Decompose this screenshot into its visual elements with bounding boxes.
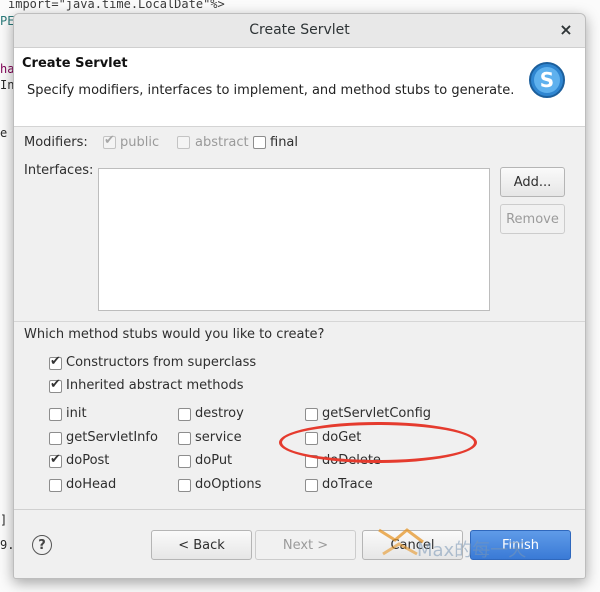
dooptions-checkbox[interactable] bbox=[178, 479, 191, 492]
svg-text:S: S bbox=[540, 68, 554, 92]
next-button[interactable]: Next > bbox=[255, 530, 356, 560]
dohead-label: doHead bbox=[66, 477, 117, 492]
doput-checkbox[interactable] bbox=[178, 455, 191, 468]
checkmark-icon: ✔ bbox=[50, 452, 61, 467]
dotrace-checkbox[interactable] bbox=[305, 479, 318, 492]
init-label: init bbox=[66, 406, 87, 421]
service-label: service bbox=[195, 430, 242, 445]
inherited-checkbox[interactable]: ✔ bbox=[49, 377, 62, 393]
add-interface-button[interactable]: Add... bbox=[500, 167, 565, 197]
checkmark-icon: ✔ bbox=[50, 377, 61, 392]
wizard-title: Create Servlet bbox=[22, 56, 128, 71]
close-icon[interactable]: × bbox=[557, 21, 575, 39]
destroy-label: destroy bbox=[195, 406, 244, 421]
dopost-checkbox[interactable]: ✔ bbox=[49, 452, 62, 468]
init-checkbox[interactable] bbox=[49, 408, 62, 421]
constructors-label: Constructors from superclass bbox=[66, 355, 257, 370]
dialog-title: Create Servlet bbox=[249, 22, 350, 38]
inherited-label: Inherited abstract methods bbox=[66, 378, 244, 393]
servlet-wizard-icon: S bbox=[529, 62, 565, 98]
abstract-label: abstract bbox=[195, 135, 249, 150]
getservletconfig-label: getServletConfig bbox=[322, 406, 432, 421]
dialog-titlebar: Create Servlet × bbox=[14, 14, 585, 48]
dopost-label: doPost bbox=[66, 453, 110, 468]
back-button[interactable]: < Back bbox=[151, 530, 252, 560]
dotrace-label: doTrace bbox=[322, 477, 373, 492]
remove-interface-button[interactable]: Remove bbox=[500, 204, 565, 234]
getservletinfo-checkbox[interactable] bbox=[49, 432, 62, 445]
doput-label: doPut bbox=[195, 453, 233, 468]
create-servlet-dialog: Create Servlet × Create Servlet Specify … bbox=[13, 13, 586, 579]
stubs-question: Which method stubs would you like to cre… bbox=[24, 327, 325, 342]
dooptions-label: doOptions bbox=[195, 477, 262, 492]
footer-divider bbox=[14, 509, 585, 510]
checkmark-icon: ✔ bbox=[104, 133, 115, 148]
checkmark-icon: ✔ bbox=[50, 354, 61, 369]
getservletconfig-checkbox[interactable] bbox=[305, 408, 318, 421]
help-icon[interactable]: ? bbox=[32, 535, 52, 555]
dohead-checkbox[interactable] bbox=[49, 479, 62, 492]
public-checkbox[interactable]: ✔ bbox=[103, 133, 116, 149]
getservletinfo-label: getServletInfo bbox=[66, 430, 158, 445]
constructors-checkbox[interactable]: ✔ bbox=[49, 354, 62, 370]
final-checkbox[interactable] bbox=[253, 136, 266, 149]
final-label: final bbox=[270, 135, 299, 150]
section-divider bbox=[14, 321, 585, 322]
code-fragment: e bbox=[0, 126, 8, 140]
public-label: public bbox=[120, 135, 160, 150]
interfaces-list[interactable] bbox=[98, 168, 490, 311]
abstract-checkbox[interactable] bbox=[177, 136, 190, 149]
interfaces-label: Interfaces: bbox=[24, 163, 94, 178]
code-line: import="java.time.LocalDate"%> bbox=[8, 0, 225, 11]
wizard-description: Specify modifiers, interfaces to impleme… bbox=[27, 83, 515, 98]
watermark-text: Max的每一天 bbox=[417, 540, 527, 561]
destroy-checkbox[interactable] bbox=[178, 408, 191, 421]
modifiers-label: Modifiers: bbox=[24, 135, 88, 150]
service-checkbox[interactable] bbox=[178, 432, 191, 445]
highlight-annotation bbox=[279, 422, 477, 463]
wizard-header: Create Servlet Specify modifiers, interf… bbox=[14, 48, 585, 127]
